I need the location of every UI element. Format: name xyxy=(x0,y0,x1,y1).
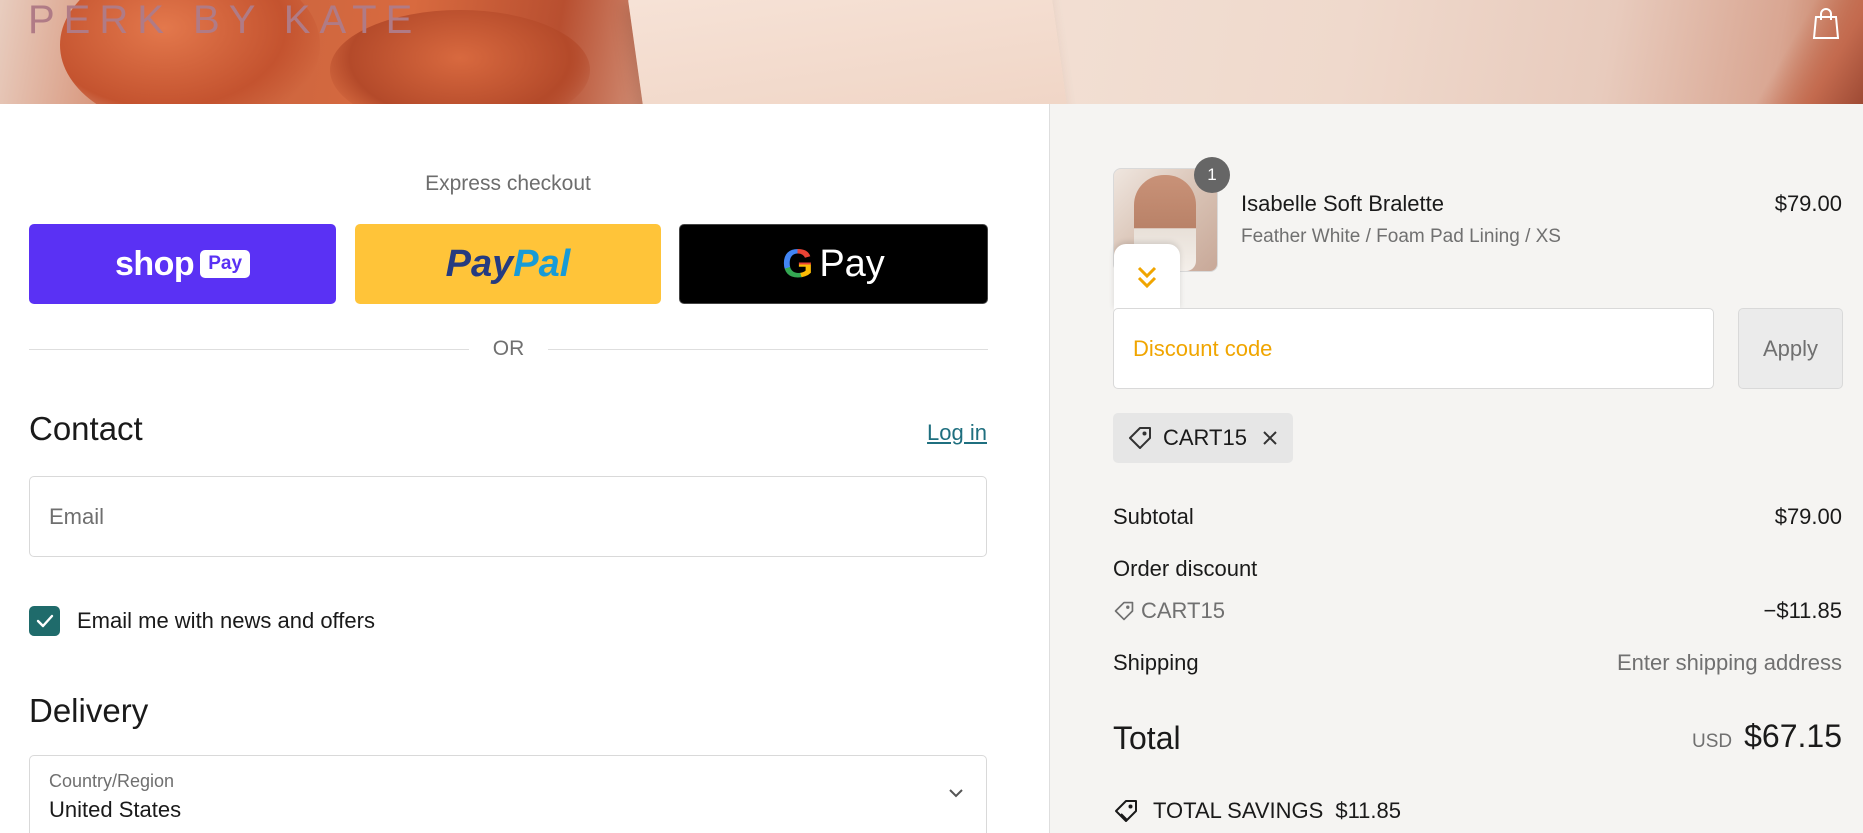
subtotal-value: $79.00 xyxy=(1774,504,1842,529)
savings-tag-icon xyxy=(1115,800,1137,822)
quantity-badge: 1 xyxy=(1194,157,1230,193)
subtotal-label: Subtotal xyxy=(1113,504,1194,529)
currency-code: USD xyxy=(1692,731,1733,752)
discount-amount: −$11.85 xyxy=(1763,598,1842,623)
total-amount: USD $67.15 xyxy=(1692,718,1842,755)
email-field[interactable] xyxy=(29,476,987,557)
country-value: United States xyxy=(49,797,182,822)
contact-heading: Contact xyxy=(29,410,143,447)
shipping-label: Shipping xyxy=(1113,650,1199,675)
applied-discount-code: CART15 xyxy=(1163,425,1247,450)
banner-fabric xyxy=(1743,0,1863,104)
or-divider: OR xyxy=(29,336,988,362)
shop-pay-button[interactable]: shop Pay xyxy=(29,224,336,304)
remove-discount-button[interactable] xyxy=(1261,429,1279,447)
paypal-button[interactable]: PayPal xyxy=(355,224,661,304)
total-savings-label: TOTAL SAVINGS xyxy=(1153,798,1324,823)
email-input[interactable] xyxy=(30,477,986,556)
discount-code-field[interactable] xyxy=(1113,308,1714,389)
discount-code-row: CART15 xyxy=(1113,598,1225,624)
shop-pay-pill: Pay xyxy=(200,250,251,278)
delivery-heading: Delivery xyxy=(29,692,149,729)
google-pay-button[interactable]: G Pay xyxy=(679,224,988,304)
double-chevron-down-icon xyxy=(1137,266,1157,289)
product-price: $79.00 xyxy=(1774,191,1842,216)
scroll-more-button[interactable] xyxy=(1114,244,1180,310)
applied-discount-chip: CART15 xyxy=(1113,413,1293,463)
total-label: Total xyxy=(1113,720,1181,756)
country-select[interactable]: Country/Region United States xyxy=(29,755,987,833)
newsletter-checkbox-row[interactable]: Email me with news and offers xyxy=(29,606,375,636)
shopping-bag-icon[interactable] xyxy=(1811,8,1841,40)
login-link[interactable]: Log in xyxy=(927,420,987,446)
discount-code-input[interactable] xyxy=(1114,309,1713,388)
order-discount-label: Order discount xyxy=(1113,556,1258,581)
apply-discount-button[interactable]: Apply xyxy=(1738,308,1843,389)
express-checkout-title: Express checkout xyxy=(425,172,591,195)
total-savings-value: $11.85 xyxy=(1335,798,1401,823)
close-icon xyxy=(1263,431,1277,445)
discount-code-label: CART15 xyxy=(1141,598,1225,623)
total-savings-row: TOTAL SAVINGS $11.85 xyxy=(1113,798,1401,824)
header-banner: PERK BY KATE xyxy=(0,0,1863,104)
banner-card xyxy=(628,0,1072,104)
tag-icon xyxy=(1129,427,1151,449)
google-pay-wordmark: G Pay xyxy=(782,241,885,286)
google-g-icon: G xyxy=(782,241,814,286)
product-variant: Feather White / Foam Pad Lining / XS xyxy=(1241,226,1561,247)
shop-pay-wordmark: shop xyxy=(114,244,195,283)
paypal-wordmark: PayPal xyxy=(445,242,571,285)
shipping-value: Enter shipping address xyxy=(1616,650,1842,675)
chevron-down-icon xyxy=(949,789,963,798)
newsletter-checkbox[interactable] xyxy=(29,606,60,636)
newsletter-label: Email me with news and offers xyxy=(77,608,375,633)
brand-logo[interactable]: PERK BY KATE xyxy=(28,0,421,40)
country-label: Country/Region xyxy=(49,771,175,791)
tag-icon xyxy=(1114,601,1134,621)
checkmark-icon xyxy=(36,614,53,628)
total-value: $67.15 xyxy=(1744,718,1842,754)
product-name: Isabelle Soft Bralette xyxy=(1241,191,1445,216)
